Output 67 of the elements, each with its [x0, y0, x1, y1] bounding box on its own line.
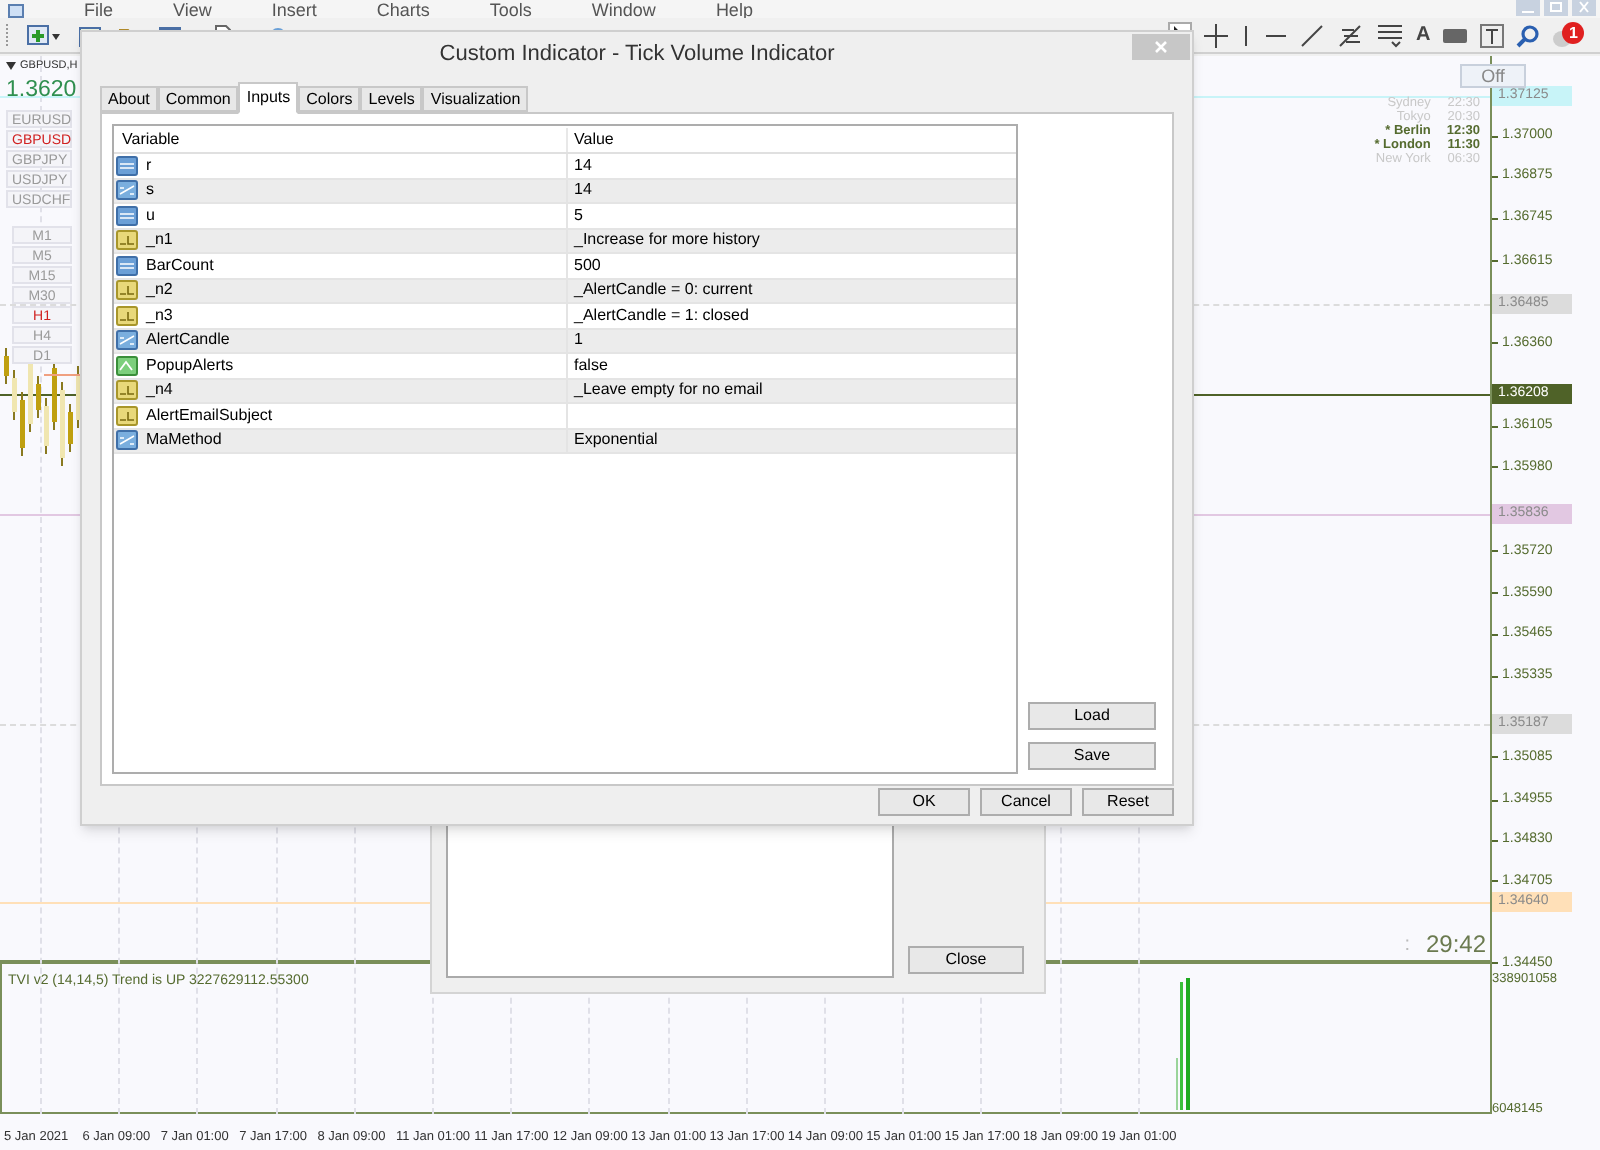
dialog-button[interactable]: OK: [878, 788, 970, 816]
column-header[interactable]: Variable: [114, 127, 568, 151]
dialog-button[interactable]: Cancel: [980, 788, 1072, 816]
fibonacci-icon[interactable]: [1336, 22, 1364, 48]
menu-item[interactable]: Charts: [376, 2, 430, 20]
tab[interactable]: Inputs: [238, 82, 299, 114]
column-header[interactable]: Value: [568, 127, 1016, 151]
vertical-line-icon[interactable]: [1240, 23, 1252, 47]
text-tool-label[interactable]: A: [1416, 20, 1431, 50]
channel-icon[interactable]: [1376, 22, 1404, 48]
value-cell[interactable]: 1: [568, 330, 583, 351]
text-icon: [116, 305, 138, 326]
variable-cell[interactable]: r: [146, 155, 152, 176]
grip-icon: [4, 21, 10, 49]
menu-item[interactable]: Help: [715, 2, 753, 20]
variable-cell[interactable]: AlertEmailSubject: [146, 405, 273, 426]
value-cell[interactable]: 14: [568, 180, 592, 201]
tab[interactable]: Colors: [298, 86, 361, 112]
value-cell[interactable]: _Increase for more history: [568, 230, 760, 251]
dialog-title: Custom Indicator - Tick Volume Indicator: [439, 39, 835, 70]
search-icon[interactable]: [1516, 23, 1541, 47]
variable-cell[interactable]: _n2: [146, 280, 173, 301]
variable-cell[interactable]: PopupAlerts: [146, 355, 234, 376]
menu-item[interactable]: Window: [591, 2, 656, 20]
menu-item[interactable]: View: [173, 2, 212, 20]
variable-cell[interactable]: BarCount: [146, 255, 214, 276]
value-cell[interactable]: _Leave empty for no email: [568, 380, 763, 401]
text-icon: [116, 230, 138, 251]
tab[interactable]: Visualization: [422, 86, 529, 112]
tab[interactable]: About: [100, 86, 158, 112]
menu-item[interactable]: Tools: [489, 2, 532, 20]
variable-cell[interactable]: _n4: [146, 380, 173, 401]
caret-icon[interactable]: [6, 62, 16, 71]
menu-item[interactable]: Insert: [271, 2, 317, 20]
variable-cell[interactable]: u: [146, 205, 155, 226]
dialog-button[interactable]: Load: [1028, 702, 1156, 730]
countdown-separator: :: [1404, 933, 1410, 957]
new-chart-icon[interactable]: [26, 23, 62, 47]
text-label-icon[interactable]: [1480, 23, 1505, 47]
tab[interactable]: Common: [157, 86, 239, 112]
variable-cell[interactable]: _n3: [146, 305, 173, 326]
tab[interactable]: Levels: [360, 86, 423, 112]
text-icon: [116, 280, 138, 301]
value-cell[interactable]: _AlertCandle = 1: closed: [568, 305, 749, 326]
dialog-button[interactable]: Save: [1028, 742, 1156, 770]
text-icon: [116, 405, 138, 426]
variable-cell[interactable]: MaMethod: [146, 430, 222, 451]
value-cell[interactable]: _AlertCandle = 0: current: [568, 280, 753, 301]
value-cell[interactable]: Exponential: [568, 430, 658, 451]
countdown-timer: 29:42: [1425, 932, 1486, 958]
volume-bars-drawing: [1176, 978, 1192, 1110]
text-icon: [116, 380, 138, 401]
app-icon[interactable]: [8, 4, 24, 18]
dialog-button[interactable]: Reset: [1082, 788, 1174, 816]
value-cell[interactable]: 5: [568, 205, 583, 226]
variable-cell[interactable]: _n1: [146, 230, 173, 251]
variable-cell[interactable]: AlertCandle: [146, 330, 230, 351]
value-cell[interactable]: false: [568, 355, 608, 376]
menu-item[interactable]: File: [84, 2, 114, 20]
crosshair-icon[interactable]: [1204, 23, 1228, 47]
value-cell[interactable]: 500: [568, 255, 601, 276]
symbol-price: 1.3620: [6, 76, 77, 107]
close-icon: [1154, 40, 1168, 54]
variable-cell[interactable]: s: [146, 180, 154, 201]
close-button[interactable]: Close: [908, 946, 1024, 974]
value-cell[interactable]: 14: [568, 155, 592, 176]
trend-line-icon[interactable]: [1300, 23, 1324, 47]
